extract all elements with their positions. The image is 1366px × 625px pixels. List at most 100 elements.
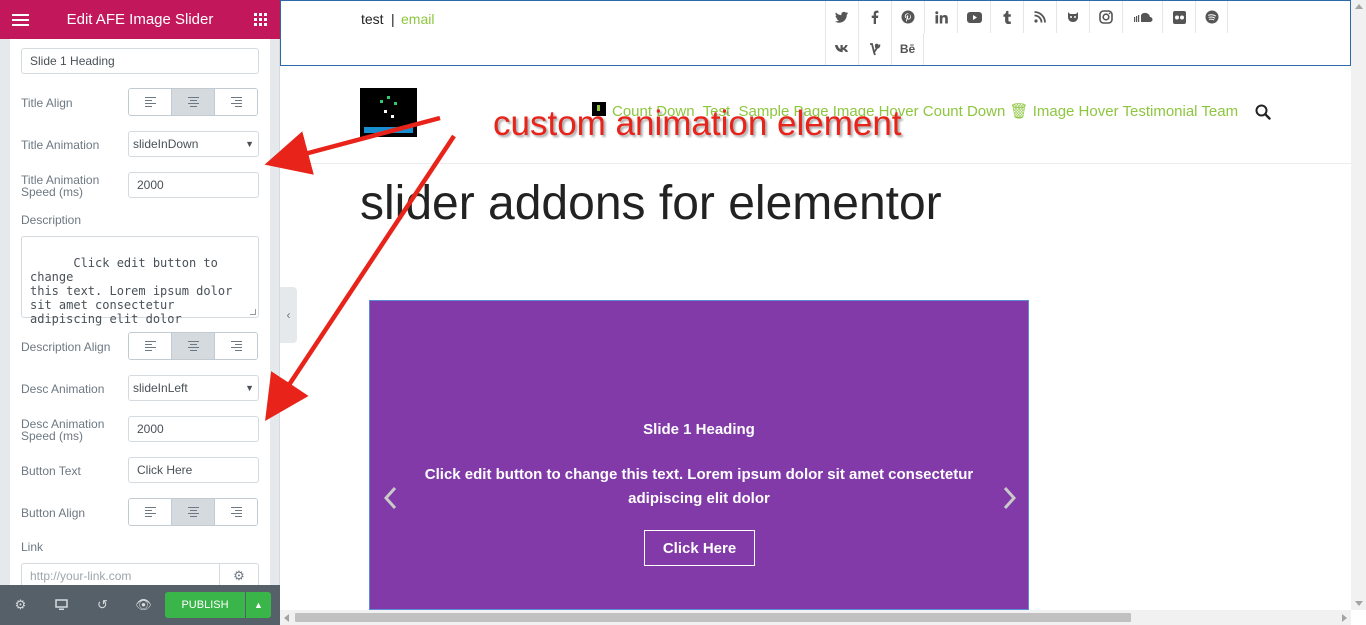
- align-left-icon: [144, 341, 156, 351]
- page-title: slider addons for elementor: [360, 177, 942, 230]
- resize-handle-icon[interactable]: [250, 309, 256, 315]
- align-right-icon: [230, 341, 242, 351]
- instagram-icon[interactable]: [1089, 1, 1122, 33]
- facebook-icon[interactable]: [858, 1, 891, 33]
- responsive-desktop-icon[interactable]: [41, 585, 82, 625]
- collapse-panel-chevron-icon[interactable]: ‹: [280, 287, 297, 343]
- heading-input[interactable]: Slide 1 Heading: [21, 48, 259, 74]
- publish-options-caret-icon[interactable]: ▲: [246, 592, 271, 618]
- desc-animation-value: slideInLeft: [133, 381, 188, 395]
- nav-item[interactable]: Image Hover: [1033, 103, 1119, 120]
- logo-band: [364, 127, 413, 133]
- slide-button[interactable]: Click Here: [644, 530, 755, 566]
- editor-panel: Edit AFE Image Slider Slide 1 Heading Ti…: [0, 0, 280, 625]
- link-settings-gear-icon[interactable]: ⚙: [219, 564, 258, 585]
- widgets-grid-icon[interactable]: [240, 0, 280, 39]
- vk-icon[interactable]: [825, 33, 858, 65]
- description-align-control: [128, 332, 258, 360]
- desc-animation-select[interactable]: slideInLeft ▼: [128, 375, 259, 401]
- history-icon[interactable]: ↺: [82, 585, 123, 625]
- align-left-button[interactable]: [129, 89, 172, 115]
- scrollbar-thumb[interactable]: [295, 613, 1131, 622]
- title-align-label: Title Align: [21, 96, 73, 110]
- slider-prev-chevron-icon[interactable]: [382, 485, 398, 516]
- description-align-label: Description Align: [21, 340, 111, 354]
- title-align-control: [128, 88, 258, 116]
- align-left-icon: [144, 507, 156, 517]
- dropdown-caret-icon: ▼: [245, 383, 254, 393]
- logo-dot: [394, 102, 397, 105]
- slider-next-chevron-icon[interactable]: [1002, 485, 1018, 516]
- youtube-icon[interactable]: [957, 1, 990, 33]
- header-divider: [280, 163, 1351, 164]
- align-right-button[interactable]: [215, 333, 257, 359]
- scroll-left-icon[interactable]: [284, 614, 289, 622]
- title-speed-input[interactable]: 2000: [128, 172, 259, 198]
- scroll-up-icon[interactable]: [1355, 4, 1363, 9]
- topbar-separator: |: [391, 11, 395, 27]
- align-center-icon: [187, 341, 199, 351]
- align-center-button[interactable]: [172, 89, 215, 115]
- align-center-icon: [187, 507, 199, 517]
- flickr-icon[interactable]: [1162, 1, 1195, 33]
- logo-dot: [384, 110, 387, 113]
- align-center-button[interactable]: [172, 499, 215, 525]
- github-icon[interactable]: [1056, 1, 1089, 33]
- site-topbar: test | email Bē: [280, 0, 1351, 66]
- panel-controls: Slide 1 Heading Title Align Title Animat…: [10, 39, 270, 585]
- scroll-right-icon[interactable]: [1342, 614, 1347, 622]
- align-center-button[interactable]: [172, 333, 215, 359]
- tumblr-icon[interactable]: [990, 1, 1023, 33]
- settings-gear-icon[interactable]: ⚙: [0, 585, 41, 625]
- twitter-icon[interactable]: [825, 1, 858, 33]
- pinterest-icon[interactable]: [891, 1, 924, 33]
- preview-eye-icon[interactable]: 👁: [123, 585, 164, 625]
- title-animation-label: Title Animation: [21, 138, 100, 152]
- button-align-label: Button Align: [21, 506, 86, 520]
- behance-label: Bē: [899, 42, 916, 56]
- panel-header: Edit AFE Image Slider: [0, 0, 280, 39]
- align-center-icon: [187, 97, 199, 107]
- publish-button[interactable]: PUBLISH: [165, 592, 245, 618]
- link-input[interactable]: http://your-link.com: [22, 564, 219, 585]
- site-logo[interactable]: [360, 88, 417, 137]
- hamburger-menu-icon[interactable]: [0, 0, 40, 39]
- desc-animation-label: Desc Animation: [21, 382, 105, 396]
- behance-icon[interactable]: Bē: [891, 33, 924, 65]
- topbar-test-text: test: [361, 11, 384, 27]
- align-right-button[interactable]: [215, 89, 257, 115]
- trash-icon: 🗑: [1009, 103, 1029, 120]
- align-right-button[interactable]: [215, 499, 257, 525]
- description-label: Description: [21, 213, 82, 227]
- title-animation-select[interactable]: slideInDown ▼: [128, 131, 259, 157]
- dropdown-caret-icon: ▼: [245, 139, 254, 149]
- horizontal-scrollbar[interactable]: [280, 610, 1351, 625]
- linkedin-icon[interactable]: [924, 1, 957, 33]
- soundcloud-icon[interactable]: [1122, 1, 1162, 33]
- logo-dot: [391, 115, 394, 118]
- align-right-icon: [230, 507, 242, 517]
- button-text-input[interactable]: Click Here: [128, 457, 259, 483]
- spotify-icon[interactable]: [1195, 1, 1228, 33]
- desc-speed-input[interactable]: 2000: [128, 416, 259, 442]
- topbar-email-link[interactable]: email: [401, 11, 434, 27]
- align-left-icon: [144, 97, 156, 107]
- logo-dot: [380, 100, 383, 103]
- annotation-label: custom animation element: [493, 104, 902, 143]
- panel-title: Edit AFE Image Slider: [66, 11, 214, 28]
- rss-icon[interactable]: [1023, 1, 1056, 33]
- align-left-button[interactable]: [129, 499, 172, 525]
- nav-item[interactable]: Testimonial: [1122, 103, 1197, 120]
- align-left-button[interactable]: [129, 333, 172, 359]
- align-right-icon: [230, 97, 242, 107]
- search-icon[interactable]: [1255, 104, 1271, 125]
- scroll-down-icon[interactable]: [1355, 601, 1363, 606]
- button-text-label: Button Text: [21, 464, 81, 478]
- title-speed-label-2: Speed (ms): [21, 185, 84, 199]
- vine-icon[interactable]: [858, 33, 891, 65]
- nav-item[interactable]: Count Down: [923, 103, 1006, 120]
- preview-area: test | email Bē Count Down Test Sample P…: [280, 0, 1366, 625]
- nav-item[interactable]: Team: [1201, 103, 1238, 120]
- description-textarea[interactable]: Click edit button to change this text. L…: [21, 236, 259, 326]
- vertical-scrollbar[interactable]: [1351, 0, 1366, 610]
